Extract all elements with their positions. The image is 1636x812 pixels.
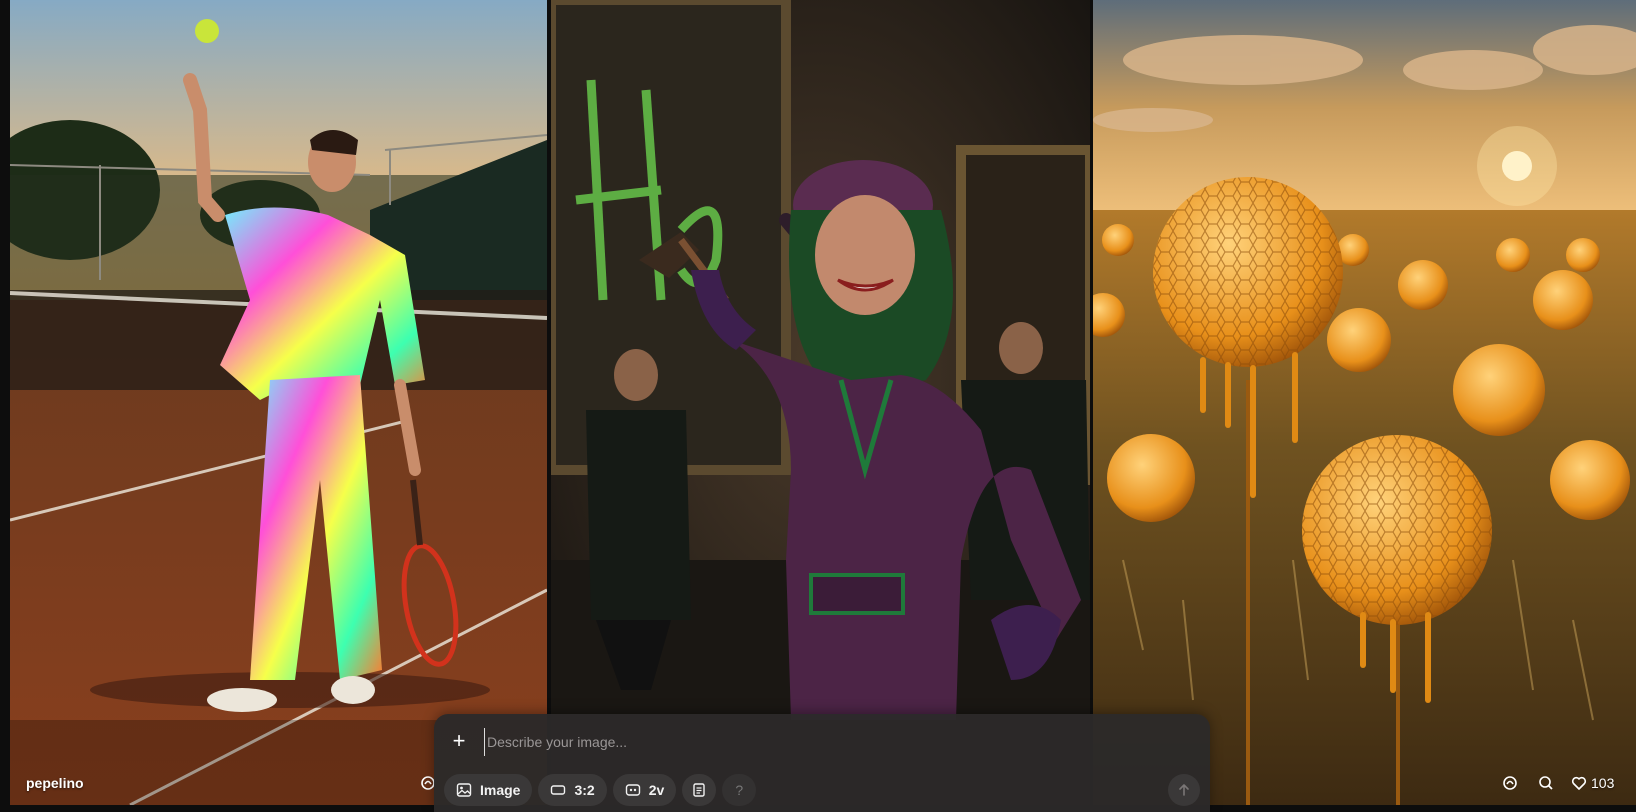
gallery-image-tennis-player[interactable]: [10, 0, 547, 805]
submit-prompt-button[interactable]: [1168, 774, 1200, 806]
plus-icon: +: [452, 728, 466, 753]
aspect-ratio-button[interactable]: 3:2: [538, 774, 607, 806]
document-icon: [693, 783, 705, 797]
gallery-image-purple-suit-woman[interactable]: [551, 0, 1090, 805]
like-button[interactable]: 103: [1571, 775, 1614, 791]
gallery-image-honeycomb-field[interactable]: [1093, 0, 1636, 805]
image-icon: [456, 783, 472, 797]
search-icon: [1539, 776, 1553, 790]
like-count: 103: [1591, 775, 1615, 791]
remix-button[interactable]: [1502, 775, 1518, 791]
arrow-up-icon: [1179, 784, 1189, 796]
image-gallery: [0, 0, 1636, 812]
tennis-player-image: [10, 0, 547, 805]
aspect-ratio-label: 3:2: [574, 782, 595, 798]
variations-button[interactable]: 2v: [612, 774, 677, 806]
variations-label: 2v: [648, 782, 665, 798]
help-label: ?: [735, 782, 744, 798]
variations-icon: [625, 784, 640, 796]
author-name[interactable]: pepelino: [26, 775, 84, 791]
heart-icon: [1571, 776, 1587, 790]
mode-label: Image: [480, 782, 521, 798]
add-attachment-button[interactable]: +: [448, 730, 470, 752]
aspect-ratio-icon: [551, 785, 566, 795]
mode-selector-button[interactable]: Image: [444, 774, 533, 806]
composer-toolbar: Image 3:2 2v ?: [444, 774, 757, 806]
prompt-input[interactable]: [484, 728, 1189, 756]
prompt-guide-button[interactable]: [682, 774, 717, 806]
remix-icon: [1503, 776, 1517, 790]
honeycomb-field-image: [1093, 0, 1636, 805]
purple-suit-woman-image: [551, 0, 1090, 805]
search-similar-button[interactable]: [1538, 775, 1554, 791]
prompt-composer: + Image 3:2 2v: [434, 714, 1210, 812]
help-button[interactable]: ?: [722, 774, 757, 806]
